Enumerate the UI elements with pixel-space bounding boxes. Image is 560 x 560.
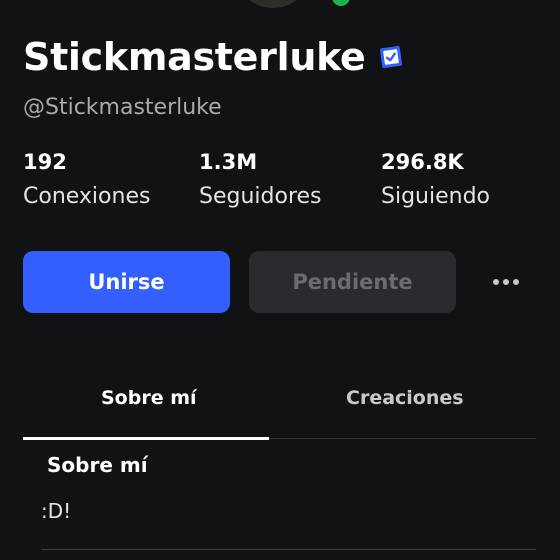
avatar[interactable] <box>234 0 312 8</box>
more-horizontal-icon[interactable] <box>488 268 524 296</box>
stat-followers[interactable]: 1.3M Seguidores <box>199 148 322 211</box>
stat-value: 192 <box>23 150 67 174</box>
tab-about[interactable]: Sobre mí <box>101 384 197 412</box>
username: @Stickmasterluke <box>23 95 222 120</box>
about-text: :D! <box>41 499 72 523</box>
stat-value: 296.8K <box>381 150 464 174</box>
stat-label: Siguiendo <box>381 184 491 209</box>
dot <box>493 279 499 285</box>
join-button[interactable]: Unirse <box>23 251 230 313</box>
pending-button: Pendiente <box>249 251 456 313</box>
stat-connections[interactable]: 192 Conexiones <box>23 148 150 211</box>
stat-label: Seguidores <box>199 184 322 209</box>
stat-label: Conexiones <box>23 184 151 209</box>
dot <box>503 279 509 285</box>
avatar-container[interactable] <box>230 0 326 12</box>
stat-following[interactable]: 296.8K Siguiendo <box>381 148 490 211</box>
online-status-indicator <box>332 0 350 6</box>
about-section-title: Sobre mí <box>47 453 148 477</box>
section-divider <box>41 549 536 550</box>
display-name: Stickmasterluke <box>23 35 366 79</box>
stat-value: 1.3M <box>199 150 258 174</box>
dot <box>513 279 519 285</box>
verified-badge-icon <box>379 45 403 69</box>
active-tab-indicator <box>23 437 269 440</box>
tab-creations[interactable]: Creaciones <box>346 384 464 412</box>
